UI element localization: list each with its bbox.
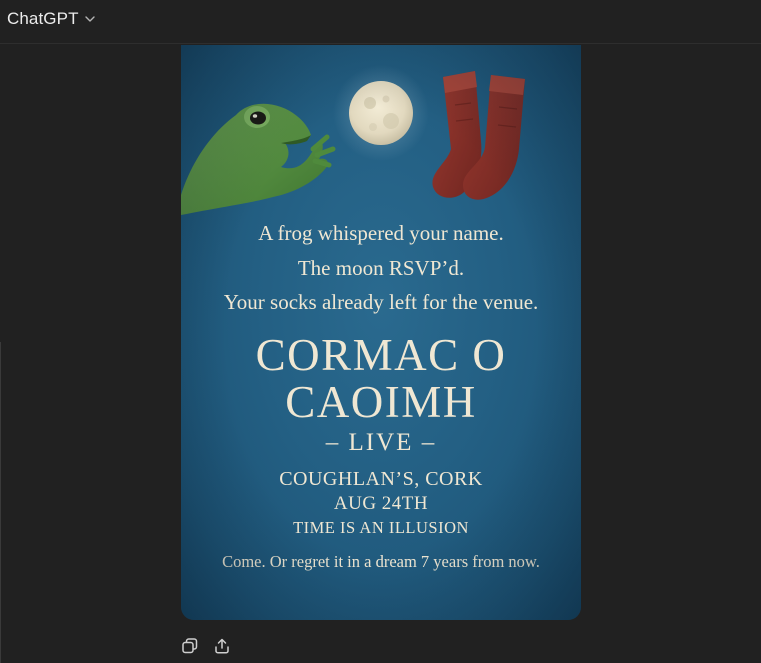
model-picker-button[interactable]: ChatGPT: [0, 4, 102, 34]
tagline-line: A frog whispered your name.: [258, 221, 504, 245]
artist-name: CORMAC O CAOIMH: [181, 332, 581, 426]
share-button[interactable]: [213, 638, 231, 658]
tagline-line: Your socks already left for the venue.: [223, 290, 539, 314]
date-text: AUG 24TH: [333, 493, 429, 514]
copy-icon: [181, 637, 199, 660]
tagline-line: The moon RSVP’d.: [297, 255, 465, 280]
time-text: TIME IS AN ILLUSION: [293, 518, 469, 537]
moon-illustration: [333, 65, 429, 161]
artist-name-line: CAOIMH: [285, 377, 477, 427]
copy-button[interactable]: [181, 637, 199, 660]
frog-illustration: [181, 103, 336, 215]
chevron-down-icon: [84, 13, 96, 25]
live-label: – LIVE –: [325, 429, 437, 456]
artist-name-line: CORMAC O: [255, 330, 507, 380]
top-bar: ChatGPT: [0, 0, 761, 44]
sidebar-edge: [0, 342, 1, 663]
venue-text: COUGHLAN’S, CORK: [279, 468, 483, 490]
socks-illustration: [432, 71, 525, 200]
poster-tagline: A frog whispered your name. The moon RSV…: [181, 216, 581, 320]
model-label: ChatGPT: [7, 9, 79, 28]
closing-text: Come. Or regret it in a dream 7 years fr…: [222, 552, 540, 571]
message-actions: [181, 637, 231, 660]
poster-illustration: [181, 65, 525, 215]
share-icon: [213, 637, 231, 660]
generated-image[interactable]: A frog whispered your name. The moon RSV…: [181, 45, 581, 620]
